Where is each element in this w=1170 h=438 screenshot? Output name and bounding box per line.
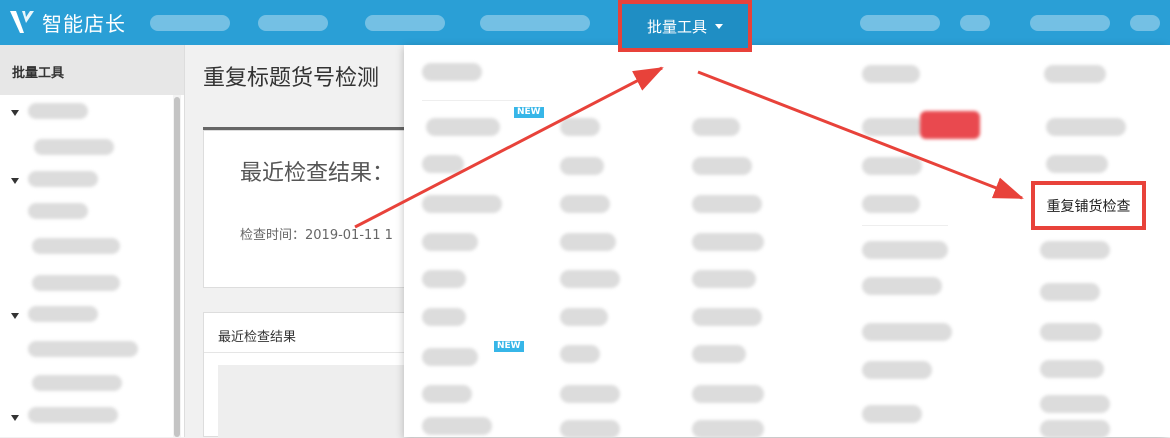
sidebar-item-blurred[interactable]	[32, 238, 120, 254]
menu-item-blurred[interactable]	[560, 385, 620, 403]
menu-item-blurred[interactable]	[426, 118, 500, 136]
menu-item-blurred[interactable]	[1040, 395, 1110, 413]
sidebar-item-blurred[interactable]	[28, 341, 138, 357]
duplicate-listing-check-label: 重复铺货检查	[1046, 198, 1131, 215]
menu-item-blurred[interactable]	[692, 345, 746, 363]
latest-result-card: 最近检查结果： 检查时间：2019-01-11 1	[203, 130, 413, 288]
menu-item-blurred[interactable]	[1040, 323, 1102, 341]
sidebar-item-blurred[interactable]	[28, 306, 98, 322]
nav-batch-tools-label: 批量工具	[646, 17, 707, 36]
expand-triangle-icon[interactable]	[11, 178, 19, 184]
menu-item-blurred[interactable]	[560, 270, 620, 288]
menu-item-blurred[interactable]	[560, 308, 608, 326]
menu-item-blurred[interactable]	[1040, 241, 1110, 259]
nav-item-blurred[interactable]	[960, 15, 990, 31]
menu-item-blurred[interactable]	[862, 65, 920, 83]
menu-item-blurred[interactable]	[692, 308, 762, 326]
menu-item-blurred[interactable]	[1046, 155, 1108, 173]
sidebar-scrollbar-thumb[interactable]	[174, 97, 180, 437]
menu-item-blurred[interactable]	[862, 157, 922, 175]
nav-item-blurred[interactable]	[150, 15, 230, 31]
nav-batch-tools-menu[interactable]: 批量工具	[618, 0, 752, 52]
expand-triangle-icon[interactable]	[11, 313, 19, 319]
menu-item-blurred[interactable]	[422, 308, 466, 326]
app-name: 智能店长	[42, 11, 126, 36]
new-badge: NEW	[494, 341, 524, 352]
menu-item-blurred[interactable]	[422, 195, 502, 213]
sidebar-item-blurred[interactable]	[28, 171, 98, 187]
menu-item-blurred[interactable]	[1040, 420, 1110, 438]
logo-v-icon	[10, 11, 34, 33]
app-logo[interactable]: 智能店长	[8, 6, 126, 38]
menu-item-blurred[interactable]	[692, 233, 764, 251]
menu-item-blurred[interactable]	[422, 155, 464, 173]
batch-tools-dropdown: NEW NEW	[404, 45, 1166, 438]
top-nav-bar: 智能店长	[0, 0, 1170, 45]
menu-item-blurred[interactable]	[692, 420, 764, 438]
menu-item-blurred[interactable]	[862, 405, 922, 423]
page-title: 重复标题货号检测	[203, 66, 380, 91]
menu-item-blurred[interactable]	[1040, 360, 1104, 378]
nav-item-blurred[interactable]	[258, 15, 328, 31]
menu-item-blurred[interactable]	[422, 63, 482, 81]
menu-separator	[862, 225, 948, 226]
menu-item-blurred[interactable]	[422, 270, 466, 288]
latest-result-heading: 最近检查结果：	[240, 161, 395, 186]
sidebar-title: 批量工具	[0, 45, 184, 95]
menu-item-blurred[interactable]	[862, 323, 952, 341]
nav-item-blurred[interactable]	[860, 15, 940, 31]
page-right-edge	[1166, 45, 1170, 437]
sidebar-item-blurred[interactable]	[28, 103, 88, 119]
menu-item-blurred[interactable]	[560, 118, 600, 136]
menu-item-blurred[interactable]	[862, 241, 948, 259]
menu-item-blurred[interactable]	[560, 157, 604, 175]
panel-content-placeholder	[218, 365, 414, 438]
menu-item-blurred[interactable]	[862, 361, 932, 379]
check-time-label: 检查时间：2019-01-11 1	[240, 228, 393, 243]
new-badge: NEW	[514, 107, 544, 118]
sidebar-item-blurred[interactable]	[34, 139, 114, 155]
sidebar-item-blurred[interactable]	[28, 407, 118, 423]
menu-item-blurred[interactable]	[692, 385, 764, 403]
nav-item-blurred[interactable]	[365, 15, 445, 31]
menu-item-duplicate-listing-check[interactable]: 重复铺货检查	[1031, 181, 1146, 230]
menu-separator	[422, 100, 542, 101]
latest-result-panel: 最近检查结果	[203, 312, 414, 438]
menu-item-blurred[interactable]	[692, 118, 740, 136]
menu-item-blurred[interactable]	[422, 348, 478, 366]
menu-item-blurred[interactable]	[1044, 65, 1106, 83]
nav-item-blurred[interactable]	[1030, 15, 1110, 31]
nav-item-blurred[interactable]	[480, 15, 590, 31]
sidebar: 批量工具	[0, 45, 185, 437]
caret-down-icon	[715, 23, 723, 29]
menu-item-blurred[interactable]	[692, 270, 756, 288]
menu-item-blurred[interactable]	[560, 233, 616, 251]
nav-item-blurred[interactable]	[1130, 15, 1160, 31]
menu-badge-blurred	[920, 111, 980, 139]
sidebar-item-blurred[interactable]	[32, 375, 122, 391]
menu-item-blurred[interactable]	[1046, 118, 1126, 136]
sidebar-item-blurred[interactable]	[32, 275, 120, 291]
expand-triangle-icon[interactable]	[11, 110, 19, 116]
menu-item-blurred[interactable]	[862, 277, 942, 295]
panel-title: 最近检查结果	[204, 313, 412, 353]
menu-item-blurred[interactable]	[862, 118, 924, 136]
menu-item-blurred[interactable]	[560, 420, 620, 438]
menu-item-blurred[interactable]	[692, 157, 752, 175]
menu-item-blurred[interactable]	[560, 195, 610, 213]
menu-item-blurred[interactable]	[422, 417, 492, 435]
menu-item-blurred[interactable]	[1040, 283, 1100, 301]
menu-item-blurred[interactable]	[422, 385, 472, 403]
menu-item-blurred[interactable]	[692, 195, 762, 213]
sidebar-item-blurred[interactable]	[28, 203, 88, 219]
menu-item-blurred[interactable]	[560, 345, 600, 363]
menu-item-blurred[interactable]	[862, 195, 920, 213]
menu-item-blurred[interactable]	[422, 233, 478, 251]
expand-triangle-icon[interactable]	[11, 415, 19, 421]
